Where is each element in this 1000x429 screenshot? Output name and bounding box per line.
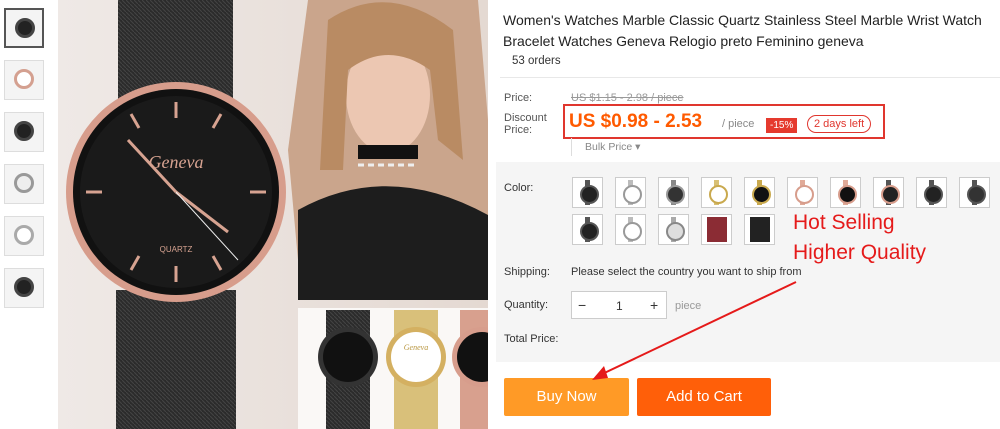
color-label: Color: (504, 182, 534, 194)
watch-thumbnail-icon (14, 69, 34, 89)
thumbnail-image[interactable] (4, 268, 44, 308)
divider (500, 77, 1000, 78)
thumbnail-strip (4, 8, 50, 320)
minus-button[interactable]: − (578, 297, 586, 313)
discount-price-label: Discount Price: (504, 112, 547, 136)
watch-thumbnail-icon (14, 121, 34, 141)
quantity-stepper[interactable]: − 1 + (571, 291, 667, 319)
price-label: Price: (504, 92, 533, 104)
color-swatch[interactable] (658, 214, 689, 245)
watch-thumbnail-icon (14, 277, 34, 297)
add-to-cart-button[interactable]: Add to Cart (637, 378, 771, 416)
color-swatch[interactable] (744, 214, 775, 245)
color-swatch[interactable] (701, 214, 732, 245)
plus-button[interactable]: + (650, 297, 658, 313)
color-swatch[interactable] (572, 214, 603, 245)
promo-overlay: Hot Selling Higher Quality (793, 208, 926, 268)
color-swatch[interactable] (572, 177, 603, 208)
per-unit-label: / piece (722, 118, 755, 130)
quantity-unit: piece (675, 300, 702, 312)
color-swatch[interactable] (701, 177, 732, 208)
product-info-panel: Women's Watches Marble Classic Quartz St… (496, 0, 1000, 429)
orders-count: 53 orders (512, 55, 561, 67)
color-swatch[interactable] (916, 177, 947, 208)
divider (571, 138, 572, 156)
small-watch-brand: Geneva (404, 343, 428, 352)
shipping-text[interactable]: Please select the country you want to sh… (571, 266, 802, 278)
watch-thumbnail-icon (15, 18, 35, 38)
shipping-label: Shipping: (504, 266, 550, 278)
hero-quartz-text: QUARTZ (160, 245, 193, 254)
quantity-label: Quantity: (504, 299, 549, 311)
product-title: Women's Watches Marble Classic Quartz St… (503, 12, 982, 49)
thumbnail-image[interactable] (4, 112, 44, 152)
thumbnail-image[interactable] (4, 60, 44, 100)
promo-line: Hot Selling (793, 211, 895, 234)
color-swatch[interactable] (959, 177, 990, 208)
color-swatch[interactable] (873, 177, 904, 208)
color-swatch[interactable] (658, 177, 689, 208)
quantity-value[interactable]: 1 (616, 299, 623, 313)
time-left-badge: 2 days left (807, 115, 872, 133)
thumbnail-image[interactable] (4, 8, 44, 48)
thumbnail-image[interactable] (4, 164, 44, 204)
thumbnail-image[interactable] (4, 216, 44, 256)
color-swatch[interactable] (787, 177, 818, 208)
product-main-image[interactable]: Geneva QUARTZ Geneva (58, 0, 488, 429)
color-swatch[interactable] (744, 177, 775, 208)
promo-line: Higher Quality (793, 241, 927, 264)
watch-thumbnail-icon (14, 173, 34, 193)
buy-now-button[interactable]: Buy Now (504, 378, 629, 416)
watch-thumbnail-icon (14, 225, 34, 245)
discount-percent-badge: -15% (766, 118, 798, 133)
color-swatch[interactable] (615, 214, 646, 245)
total-price-label: Total Price: (504, 333, 559, 345)
color-swatch[interactable] (830, 177, 861, 208)
bulk-price-dropdown[interactable]: Bulk Price ▾ (585, 141, 640, 153)
original-price: US $1.15 - 2.98 / piece (571, 92, 684, 104)
color-swatch[interactable] (615, 177, 646, 208)
hero-brand-text: Geneva (149, 152, 204, 172)
discount-price: US $0.98 - 2.53 (569, 111, 703, 132)
